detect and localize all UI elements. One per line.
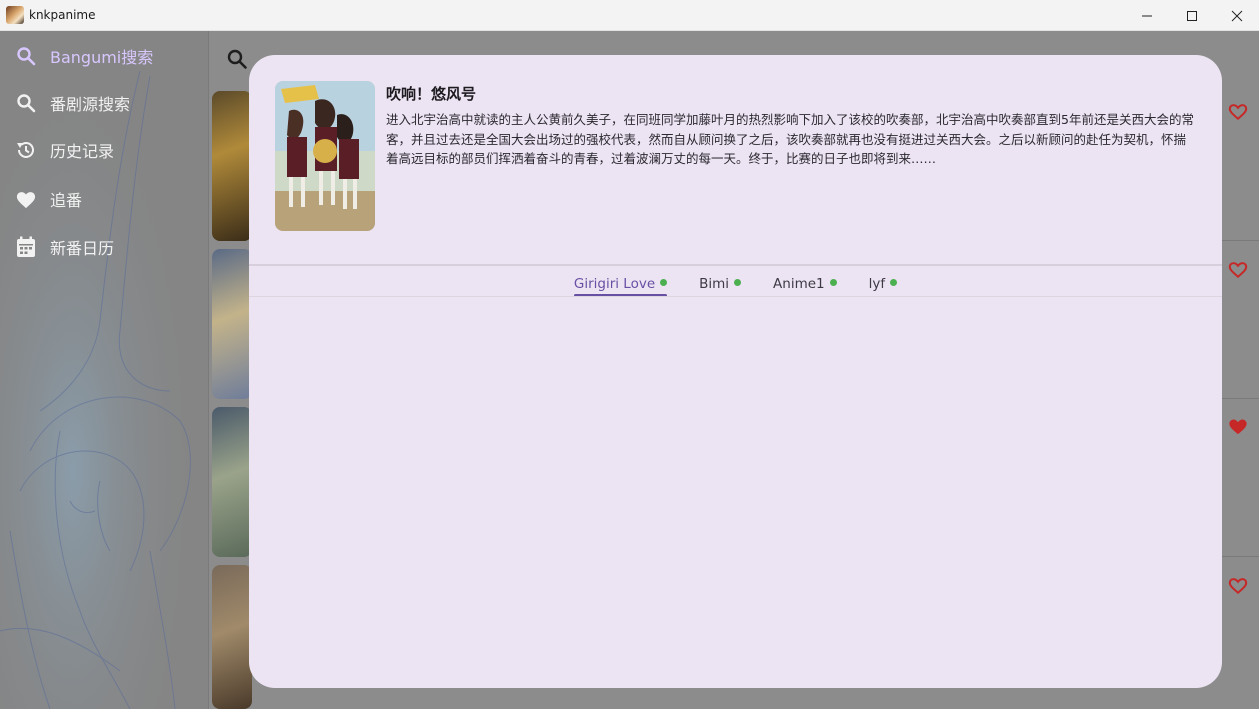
minimize-icon	[1141, 15, 1152, 16]
title-bar: knkpanime	[0, 0, 1259, 31]
anime-detail-dialog: 吹响！悠风号 进入北宇治高中就读的主人公黄前久美子，在同班同学加藤叶月的热烈影响…	[249, 55, 1222, 688]
status-online-indicator	[660, 278, 668, 286]
maximize-button[interactable]	[1169, 0, 1214, 31]
tab-lyf[interactable]: lyf	[869, 271, 898, 297]
favorite-outline-icon[interactable]	[1227, 259, 1249, 279]
sidebar-item-label: 番剧源搜索	[50, 95, 131, 114]
close-icon	[1231, 10, 1242, 21]
sidebar-item-label: 追番	[50, 191, 83, 210]
sidebar-item-label: 新番日历	[50, 239, 115, 258]
anime-description: 进入北宇治高中就读的主人公黄前久美子，在同班同学加藤叶月的热烈影响下加入了该校的…	[386, 112, 1194, 166]
tab-anime1[interactable]: Anime1	[773, 271, 837, 297]
source-tabs: Girigiri Love Bimi Anime1 lyf	[249, 271, 1222, 297]
history-icon	[14, 138, 38, 162]
status-online-indicator	[890, 278, 898, 286]
search-icon	[227, 49, 247, 69]
divider	[1222, 398, 1259, 399]
tabs-divider	[249, 296, 1222, 297]
app-logo-icon	[6, 6, 24, 24]
divider	[1222, 556, 1259, 557]
window-controls	[1124, 0, 1259, 31]
tab-bimi[interactable]: Bimi	[699, 271, 742, 297]
favorite-outline-icon[interactable]	[1227, 575, 1249, 595]
sidebar-item-bangumi-search[interactable]: Bangumi搜索	[14, 41, 153, 71]
sidebar-item-following[interactable]: 追番	[14, 184, 82, 214]
anime-title: 吹响！悠风号	[386, 85, 477, 103]
close-button[interactable]	[1214, 0, 1259, 31]
maximize-icon	[1186, 10, 1197, 21]
result-card-cover[interactable]	[212, 249, 252, 399]
result-card-cover[interactable]	[212, 407, 252, 557]
result-card-cover[interactable]	[212, 565, 252, 709]
search-icon	[14, 44, 38, 68]
tab-label: lyf	[868, 276, 886, 292]
tab-label: Anime1	[773, 276, 825, 292]
status-online-indicator	[829, 278, 837, 286]
heart-icon	[14, 187, 38, 211]
anime-poster	[275, 81, 375, 231]
sidebar-background-illustration	[0, 31, 208, 709]
divider	[1222, 240, 1259, 241]
sidebar-item-label: Bangumi搜索	[50, 48, 154, 67]
favorite-filled-icon[interactable]	[1227, 416, 1249, 436]
result-card-cover[interactable]	[212, 91, 252, 241]
poster-illustration	[275, 81, 375, 231]
favorite-outline-icon[interactable]	[1227, 101, 1249, 121]
tab-label: Girigiri Love	[573, 276, 656, 292]
tab-label: Bimi	[699, 276, 730, 292]
status-online-indicator	[734, 278, 742, 286]
sidebar-item-label: 历史记录	[50, 142, 115, 161]
minimize-button[interactable]	[1124, 0, 1169, 31]
calendar-icon	[14, 235, 38, 259]
window-title: knkpanime	[29, 8, 96, 22]
sidebar: Bangumi搜索 番剧源搜索 历史记录 追番 新番日历	[0, 31, 209, 709]
search-icon	[14, 91, 38, 115]
divider	[249, 264, 1222, 266]
tab-girigiri-love[interactable]: Girigiri Love	[573, 271, 668, 297]
sidebar-item-calendar[interactable]: 新番日历	[14, 232, 114, 262]
sidebar-item-source-search[interactable]: 番剧源搜索	[14, 88, 130, 118]
sidebar-item-history[interactable]: 历史记录	[14, 135, 114, 165]
